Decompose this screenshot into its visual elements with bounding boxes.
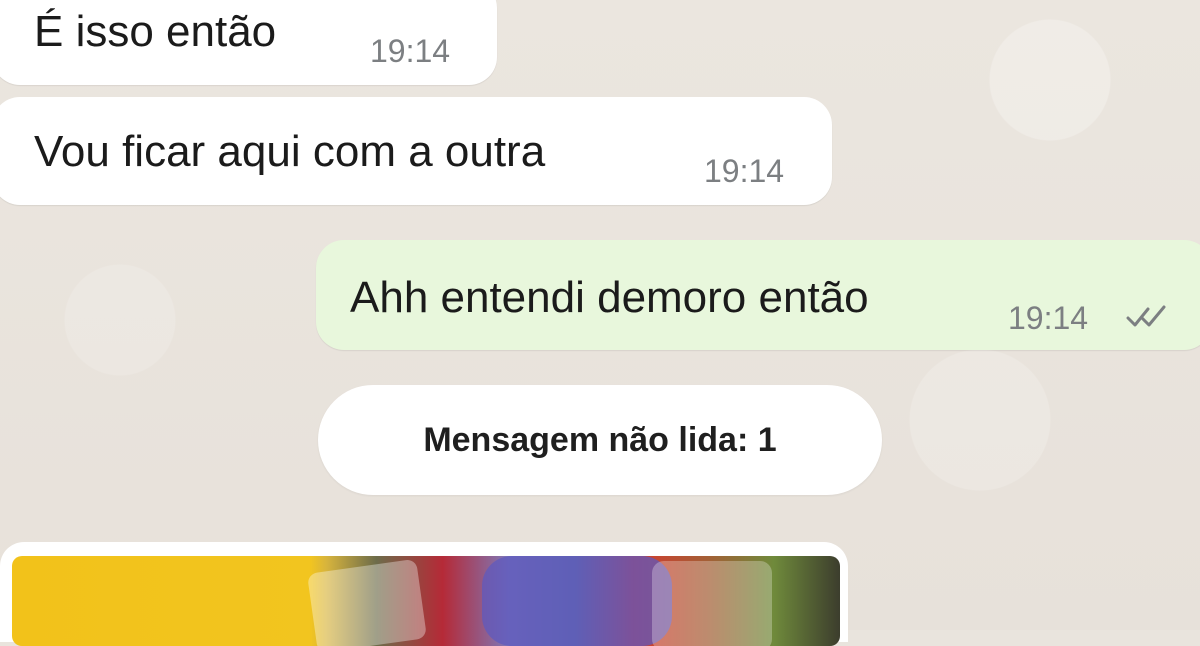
message-text: É isso então xyxy=(34,7,277,56)
double-check-icon xyxy=(1126,305,1166,327)
message-time: 19:14 xyxy=(1008,300,1089,336)
image-graffiti-shape xyxy=(482,556,672,646)
incoming-message-bubble[interactable]: Vou ficar aqui com a outra 19:14 xyxy=(0,97,832,205)
image-message-bubble[interactable] xyxy=(0,542,848,646)
outgoing-message-bubble[interactable]: Ahh entendi demoro então 19:14 xyxy=(316,240,1200,350)
image-graffiti-shape xyxy=(306,558,428,646)
unread-messages-label: Mensagem não lida: 1 xyxy=(423,420,777,459)
incoming-message-bubble[interactable]: É isso então 19:14 xyxy=(0,0,497,85)
image-thumbnail[interactable] xyxy=(12,556,840,646)
unread-messages-banner: Mensagem não lida: 1 xyxy=(318,385,882,495)
message-time: 19:14 xyxy=(370,33,451,69)
message-text: Vou ficar aqui com a outra xyxy=(34,127,546,176)
message-text: Ahh entendi demoro então xyxy=(350,273,869,322)
message-time: 19:14 xyxy=(704,153,785,189)
image-graffiti-shape xyxy=(652,561,772,646)
